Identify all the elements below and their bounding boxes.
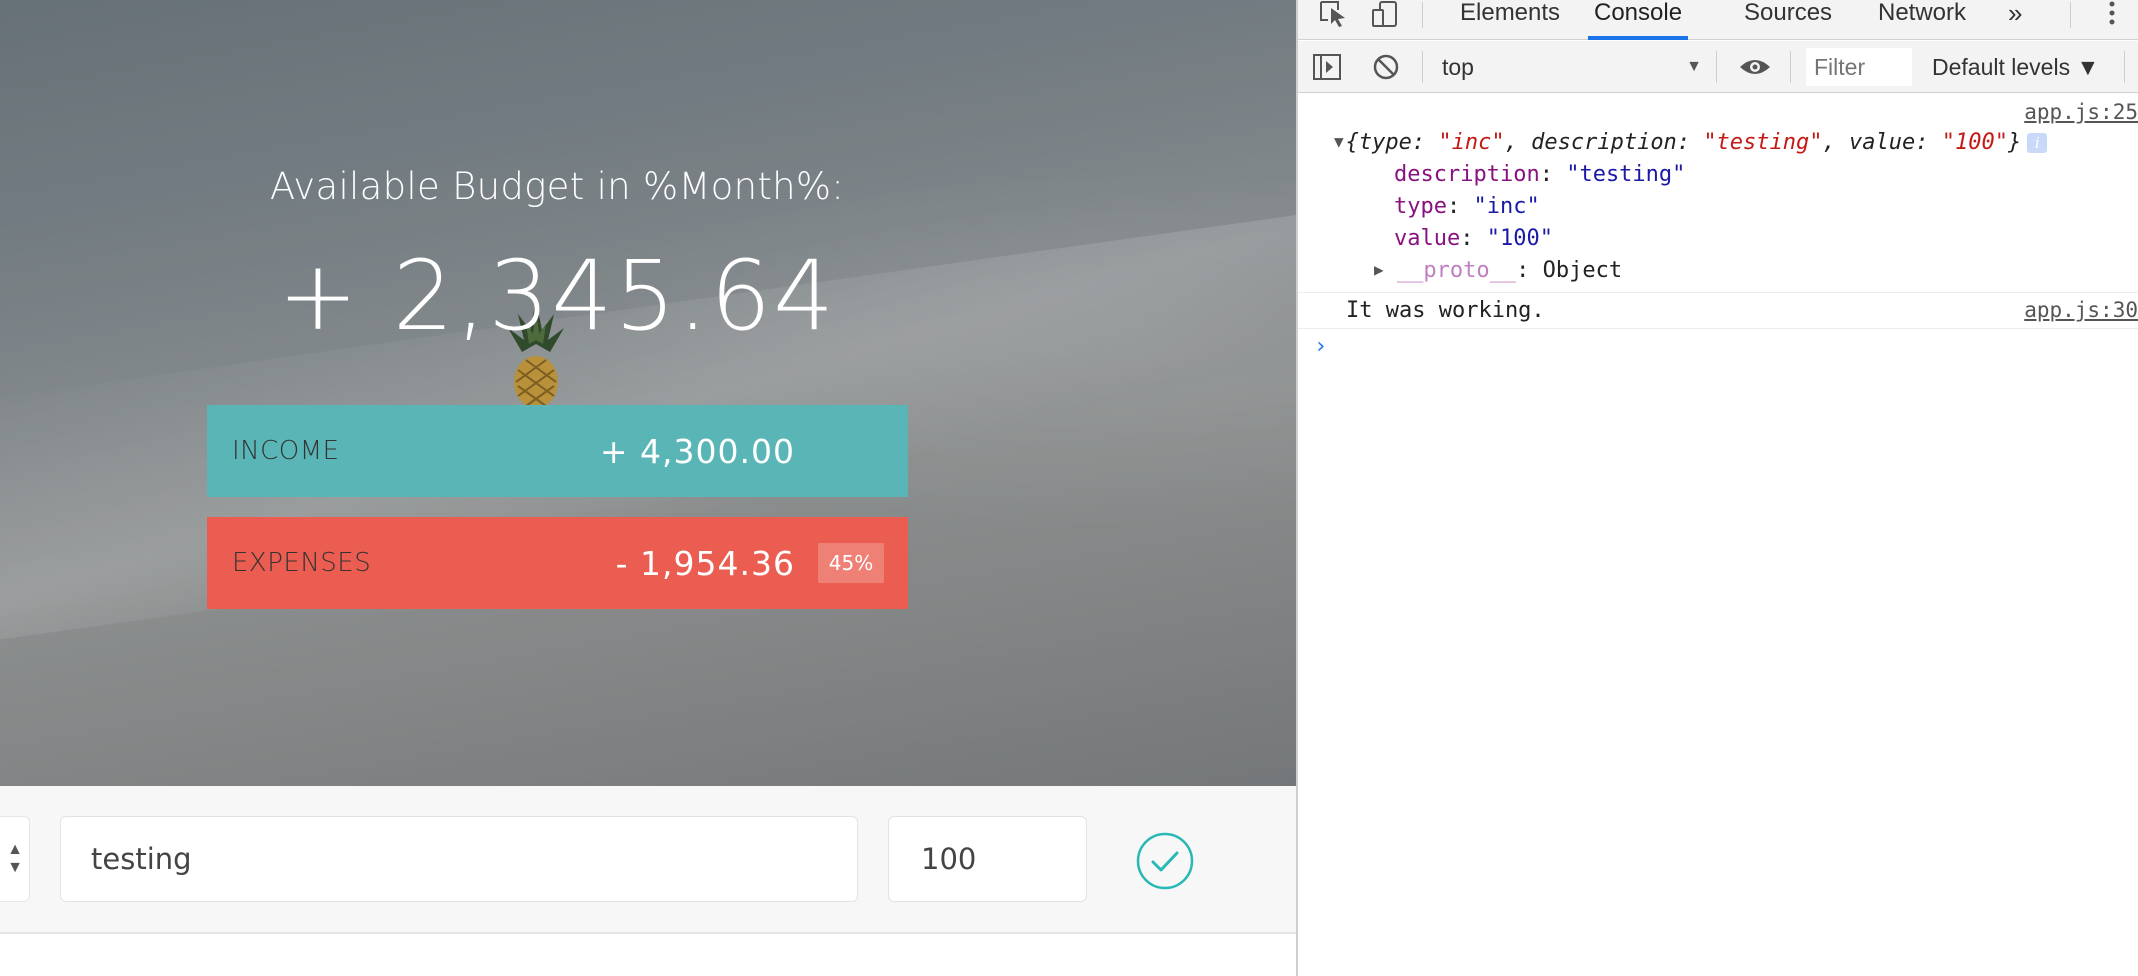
property-key: type [1394, 194, 1447, 219]
context-select[interactable]: top ▼ [1442, 49, 1702, 85]
budget-app: Available Budget in %Month%: + 2,345.64 … [0, 0, 1296, 976]
description-input[interactable] [60, 816, 858, 902]
console-output: app.js:25 ▼{type: "inc", description: "t… [1298, 94, 2138, 359]
device-toolbar-icon[interactable] [1370, 0, 1400, 28]
proto-key: __proto__ [1396, 258, 1517, 283]
console-prompt-icon[interactable]: › [1314, 334, 1327, 359]
tab-network[interactable]: Network [1878, 0, 1966, 40]
object-property: type: "inc" [1394, 194, 1540, 219]
toolbar-divider [2124, 51, 2125, 83]
expenses-label: EXPENSES [232, 548, 372, 578]
log-text: It was working. [1346, 298, 1545, 323]
console-message-text: It was working. app.js:30 [1298, 294, 2138, 328]
expenses-value: - 1,954.36 [615, 543, 795, 583]
toolbar-divider [1716, 51, 1717, 83]
toolbar-divider [1422, 51, 1423, 83]
console-message-object: app.js:25 ▼{type: "inc", description: "t… [1298, 94, 2138, 292]
income-summary: INCOME + 4,300.00 [207, 405, 908, 497]
summary-value: "inc" [1438, 130, 1505, 155]
message-divider [1298, 328, 2138, 329]
filter-input[interactable] [1806, 48, 1912, 86]
log-levels-dropdown[interactable]: Default levels ▼ [1932, 49, 2099, 85]
sidebar-toggle-icon[interactable] [1312, 53, 1342, 81]
expand-triangle-icon[interactable]: ▼ [1334, 132, 1344, 151]
brace-close: } [2008, 130, 2022, 155]
info-icon[interactable]: i [2027, 133, 2048, 153]
property-key: value [1394, 226, 1461, 251]
toolbar-divider [1790, 51, 1791, 83]
proto-property[interactable]: ▶ __proto__: Object [1374, 258, 1622, 283]
income-value: + 4,300.00 [599, 431, 795, 471]
tab-sources[interactable]: Sources [1744, 0, 1832, 40]
toolbar-divider [2070, 2, 2071, 28]
expenses-percentage-badge: 45% [818, 543, 884, 583]
clear-console-icon[interactable] [1372, 53, 1400, 81]
context-select-value: top [1442, 54, 1474, 80]
source-link[interactable]: app.js:30 [2024, 298, 2138, 322]
summary-key: description [1531, 130, 1677, 155]
summary-key: type [1358, 130, 1412, 155]
object-summary[interactable]: ▼{type: "inc", description: "testing", v… [1334, 130, 2048, 155]
eye-icon[interactable] [1738, 55, 1772, 79]
value-input[interactable] [888, 816, 1087, 902]
object-property: description: "testing" [1394, 162, 1686, 187]
type-select[interactable]: ▲ ▼ [0, 816, 30, 902]
message-divider [1298, 292, 2138, 293]
proto-value: Object [1542, 258, 1623, 283]
select-arrows-icon: ▲ ▼ [7, 841, 23, 876]
property-key: description [1394, 162, 1540, 187]
budget-title: Available Budget in %Month%: [269, 165, 845, 208]
income-label: INCOME [232, 436, 340, 466]
property-value: "100" [1486, 226, 1553, 251]
toolbar-divider [1422, 2, 1423, 28]
kebab-menu-icon[interactable] [2106, 0, 2118, 28]
console-toolbar: top ▼ Default levels ▼ [1298, 41, 2138, 93]
property-value: "testing" [1566, 162, 1686, 187]
budget-value: + 2,345.64 [277, 240, 837, 352]
summary-key: value [1849, 130, 1916, 155]
source-link[interactable]: app.js:25 [2024, 100, 2138, 124]
more-tabs-icon[interactable]: » [2008, 0, 2022, 40]
add-item-bar: ▲ ▼ [0, 786, 1296, 934]
summary-value: "100" [1941, 130, 2008, 155]
dropdown-caret-icon: ▼ [1686, 58, 1702, 75]
object-property: value: "100" [1394, 226, 1553, 251]
collapsed-triangle-icon[interactable]: ▶ [1374, 260, 1384, 279]
property-value: "inc" [1473, 194, 1540, 219]
tab-elements[interactable]: Elements [1460, 0, 1560, 40]
tab-console[interactable]: Console [1588, 0, 1689, 40]
checkmark-circle-icon[interactable] [1136, 832, 1194, 890]
summary-value: "testing" [1703, 130, 1823, 155]
devtools-panel: Elements Console Sources Network » top ▼ [1296, 0, 2138, 976]
brace-open: { [1345, 130, 1359, 155]
devtools-tab-bar: Elements Console Sources Network » [1298, 0, 2138, 40]
expenses-summary: EXPENSES - 1,954.36 45% [207, 517, 908, 609]
inspect-element-icon[interactable] [1318, 0, 1348, 28]
hero-background: Available Budget in %Month%: + 2,345.64 … [0, 0, 1296, 786]
